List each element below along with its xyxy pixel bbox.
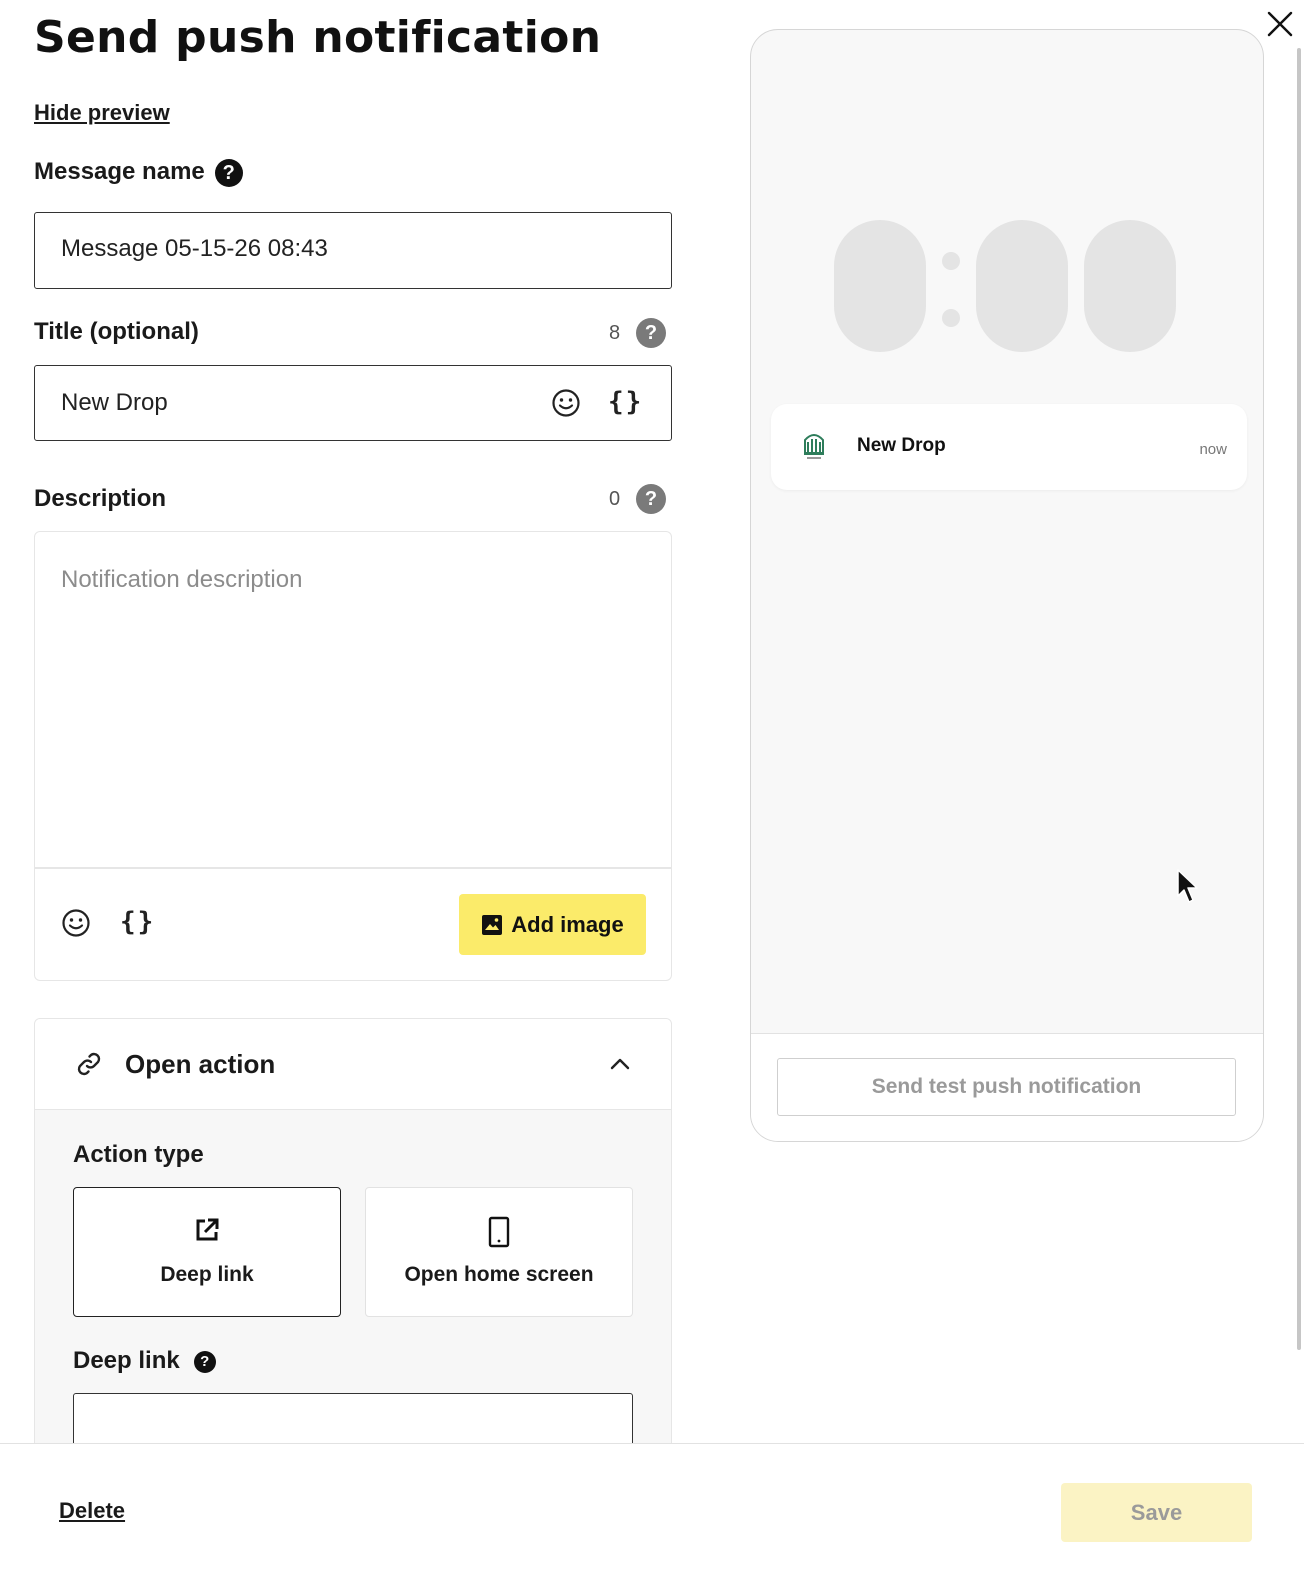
send-push-dialog: Send push notification Hide preview Mess…: [0, 0, 1304, 1574]
clock-colon-dot: [942, 309, 960, 327]
save-button[interactable]: Save: [1061, 1483, 1252, 1542]
help-icon[interactable]: ?: [636, 484, 666, 514]
delete-button[interactable]: Delete: [59, 1498, 125, 1524]
open-action-label: Open action: [125, 1049, 276, 1079]
image-icon: [482, 914, 503, 935]
title-label: Title (optional): [34, 318, 199, 345]
external-link-icon: [193, 1216, 221, 1249]
message-name-label-text: Message name: [34, 158, 205, 185]
add-image-button[interactable]: Add image: [459, 894, 646, 955]
open-home-screen-option-label: Open home screen: [404, 1263, 594, 1286]
send-test-push-button[interactable]: Send test push notification: [777, 1058, 1236, 1116]
message-name-value: Message 05-15-26 08:43: [61, 235, 328, 262]
title-char-count: 8: [609, 322, 621, 344]
message-name-input[interactable]: Message 05-15-26 08:43: [34, 212, 672, 289]
title-value: New Drop: [61, 389, 168, 416]
help-icon[interactable]: ?: [214, 158, 243, 187]
dialog-footer: Delete Save: [0, 1443, 1304, 1574]
action-type-label: Action type: [73, 1141, 204, 1168]
title-input[interactable]: New Drop {}: [34, 365, 672, 441]
description-char-count: 0: [609, 488, 621, 510]
notification-title: New Drop: [857, 435, 946, 456]
mouse-cursor-icon: [1176, 868, 1200, 906]
message-name-label: Message name?: [34, 158, 243, 187]
emoji-icon[interactable]: [61, 908, 91, 938]
phone-icon: [488, 1216, 510, 1253]
description-label: Description: [34, 485, 167, 512]
close-icon[interactable]: [1264, 8, 1296, 40]
app-logo: [799, 428, 829, 462]
action-type-deep-link[interactable]: Deep link: [73, 1187, 341, 1317]
chevron-up-icon[interactable]: [609, 1053, 631, 1080]
scrollbar[interactable]: [1297, 48, 1301, 1350]
clock-colon-dot: [942, 252, 960, 270]
clock-digit-placeholder: [1084, 220, 1176, 352]
description-placeholder: Notification description: [61, 566, 303, 593]
open-action-section: Open action Action type Deep link Open h…: [34, 1018, 672, 1478]
personalization-braces-icon[interactable]: {}: [608, 387, 643, 417]
clock-digit-placeholder: [834, 220, 926, 352]
notification-preview-card: New Drop now: [771, 404, 1247, 490]
open-action-header[interactable]: Open action: [35, 1019, 671, 1110]
help-icon[interactable]: ?: [636, 318, 666, 348]
phone-preview: New Drop now Send test push notification: [750, 29, 1264, 1142]
description-textarea[interactable]: Notification description {} Add image: [34, 531, 672, 981]
link-icon: [75, 1050, 103, 1083]
add-image-label: Add image: [511, 911, 624, 937]
preview-footer: Send test push notification: [751, 1033, 1263, 1141]
deep-link-label: Deep link?: [73, 1347, 216, 1375]
help-icon[interactable]: ?: [193, 1350, 216, 1373]
clock-digit-placeholder: [976, 220, 1068, 352]
divider: [35, 867, 671, 869]
dialog-title: Send push notification: [34, 12, 602, 63]
deep-link-option-label: Deep link: [160, 1263, 254, 1286]
personalization-braces-icon[interactable]: {}: [120, 907, 155, 937]
notification-time: now: [1199, 441, 1227, 458]
action-type-open-home-screen[interactable]: Open home screen: [365, 1187, 633, 1317]
deep-link-label-text: Deep link: [73, 1347, 180, 1374]
emoji-icon[interactable]: [551, 388, 581, 418]
hide-preview-link[interactable]: Hide preview: [34, 100, 170, 126]
